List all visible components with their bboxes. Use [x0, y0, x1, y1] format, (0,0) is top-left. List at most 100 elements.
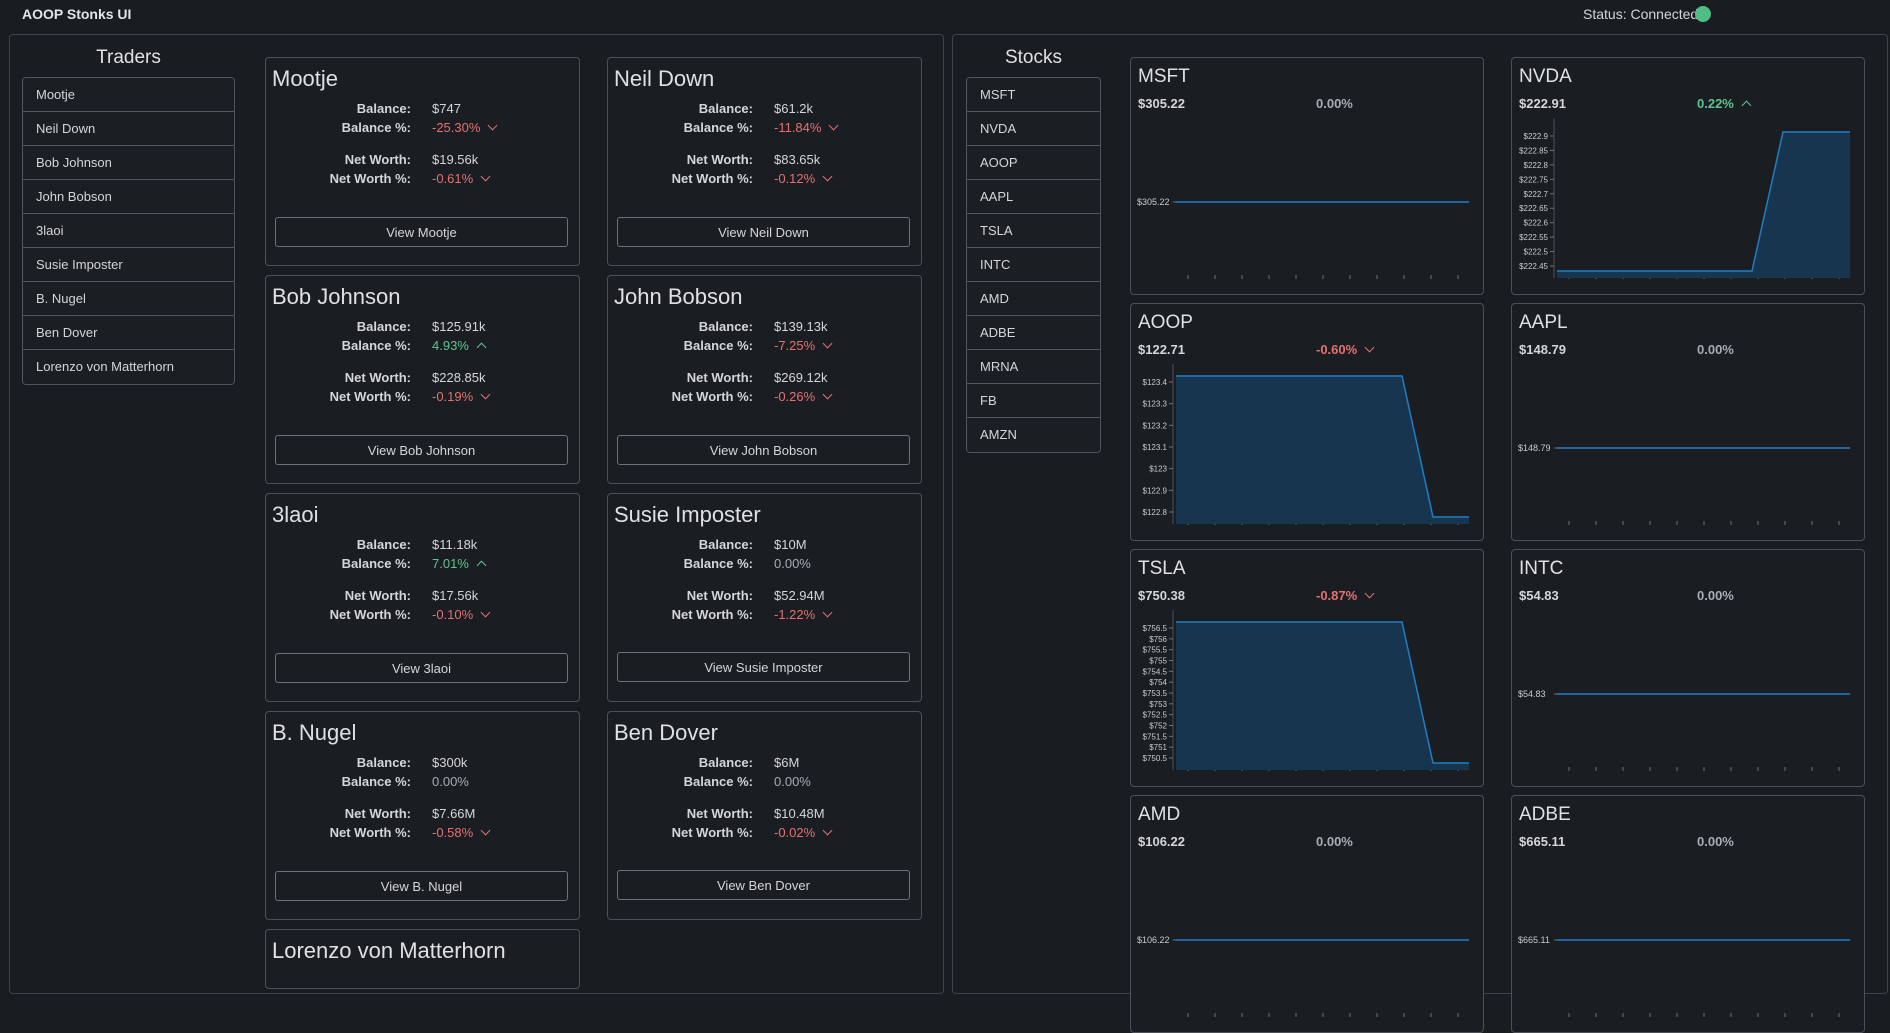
view-trader-button[interactable]: View Ben Dover [617, 870, 910, 900]
stat-label: Net Worth %: [671, 171, 753, 186]
stat-value-text: -0.26% [774, 389, 816, 404]
stock-list-item[interactable]: AMZN [967, 418, 1100, 452]
price-area [1557, 132, 1850, 278]
stat-row: Net Worth: $17.56k [266, 588, 579, 606]
y-tick-label: $756 [1149, 635, 1167, 644]
stock-card[interactable]: AOOP $122.71 -0.60% $123.4 $123.3 $123.2 $123.… [1130, 303, 1484, 541]
chevron-down-icon [822, 171, 833, 182]
stat-row: Balance %: 0.00% [266, 774, 579, 792]
trader-list-item[interactable]: Ben Dover [23, 316, 234, 350]
stat-label: Balance: [698, 537, 753, 552]
stock-list-item[interactable]: INTC [967, 248, 1100, 282]
stat-row: Net Worth: $228.85k [266, 370, 579, 388]
stat-label: Net Worth %: [329, 607, 411, 622]
stock-card[interactable]: AMD $106.22 0.00% $106.22 [1130, 795, 1484, 1033]
stat-label: Balance %: [341, 120, 411, 135]
trader-list-item[interactable]: Lorenzo von Matterhorn [23, 350, 234, 384]
stat-value: $61.2k [774, 101, 813, 116]
stat-value: $6M [774, 755, 799, 770]
stocks-panel: Stocks MSFT NVDA AOOP AAPL TSLA INTC AMD… [952, 34, 1888, 1033]
stocks-title: Stocks [1004, 47, 1063, 68]
stock-list-item[interactable]: AOOP [967, 146, 1100, 180]
stock-card[interactable]: NVDA $222.91 0.22% $222.9 $222.85 $222.8 $222.… [1511, 57, 1865, 295]
stat-row: Balance %: 7.01% [266, 556, 579, 574]
stock-list-item[interactable]: MRNA [967, 350, 1100, 384]
view-trader-button[interactable]: View 3laoi [275, 653, 568, 683]
stat-label: Balance %: [341, 338, 411, 353]
stat-value: 7.01% [432, 556, 487, 571]
stat-value: -0.19% [432, 389, 491, 404]
stat-value: $52.94M [774, 588, 825, 603]
trader-list-item[interactable]: Susie Imposter [23, 248, 234, 282]
y-tick-label: $123.3 [1143, 400, 1168, 409]
stock-list-item[interactable]: FB [967, 384, 1100, 418]
stat-value-text: $52.94M [774, 588, 825, 603]
view-trader-button[interactable]: View Bob Johnson [275, 435, 568, 465]
view-trader-button[interactable]: View Mootje [275, 217, 568, 247]
stat-value-text: $228.85k [432, 370, 486, 385]
stat-value-text: $10.48M [774, 806, 825, 821]
stat-row: Balance %: 0.00% [608, 556, 921, 574]
stock-list-item[interactable]: AMD [967, 282, 1100, 316]
y-tick-label: $106.22 [1137, 935, 1170, 945]
trader-list-item[interactable]: Neil Down [23, 112, 234, 146]
stock-list-item[interactable]: AAPL [967, 180, 1100, 214]
stock-list-item[interactable]: TSLA [967, 214, 1100, 248]
stat-row: Net Worth: $19.56k [266, 152, 579, 170]
stat-value: -0.02% [774, 825, 833, 840]
stock-card[interactable]: TSLA $750.38 -0.87% $756.5 $756 $755.5 $755 $75… [1130, 549, 1484, 787]
stat-value: 0.00% [774, 774, 811, 789]
stock-card[interactable]: AAPL $148.79 0.00% $148.79 [1511, 303, 1865, 541]
view-trader-button[interactable]: View B. Nugel [275, 871, 568, 901]
stat-label: Net Worth: [344, 370, 411, 385]
y-tick-label: $754.5 [1143, 667, 1168, 676]
trader-list-item[interactable]: B. Nugel [23, 282, 234, 316]
stat-row: Balance: $300k [266, 755, 579, 773]
chevron-up-icon [476, 560, 487, 571]
y-tick-label: $752.5 [1143, 711, 1168, 720]
chevron-down-icon [829, 120, 839, 131]
stock-list-item[interactable]: NVDA [967, 112, 1100, 146]
chevron-down-icon [480, 825, 491, 836]
y-tick-label: $122.8 [1143, 508, 1168, 517]
y-tick-label: $123.4 [1143, 378, 1168, 387]
trader-list-item[interactable]: Bob Johnson [23, 146, 234, 180]
trader-list-item[interactable]: 3laoi [23, 214, 234, 248]
stat-label: Net Worth: [344, 152, 411, 167]
stat-label: Balance: [356, 755, 411, 770]
trader-card: B. Nugel Balance: $300k Balance %: 0.00% Net … [265, 711, 580, 920]
trader-name: B. Nugel [272, 720, 357, 745]
trader-name: John Bobson [614, 284, 743, 309]
stat-label: Net Worth %: [671, 607, 753, 622]
y-tick-label: $222.45 [1519, 262, 1548, 271]
price-chart: $123.4 $123.3 $123.2 $123.1 $123 $122.9 $122.8 [1143, 364, 1469, 525]
stock-card[interactable]: ADBE $665.11 0.00% $665.11 [1511, 795, 1865, 1033]
stat-value: $747 [432, 101, 461, 116]
stat-row: Net Worth %: -0.12% [608, 171, 921, 189]
view-trader-button[interactable]: View Susie Imposter [617, 652, 910, 682]
y-tick-label: $753.5 [1143, 689, 1168, 698]
view-trader-button[interactable]: View Neil Down [617, 217, 910, 247]
stock-card[interactable]: MSFT $305.22 0.00% $305.22 [1130, 57, 1484, 295]
stat-label: Net Worth: [686, 588, 753, 603]
stat-row: Net Worth: $52.94M [608, 588, 921, 606]
price-area [1176, 376, 1469, 524]
stat-label: Balance %: [341, 774, 411, 789]
stat-value: $11.18k [432, 537, 477, 552]
price-chart: $665.11 [1518, 935, 1850, 1017]
stat-label: Balance %: [683, 338, 753, 353]
connection-status: Status: Connected [1583, 6, 1699, 22]
stat-label: Balance: [698, 755, 753, 770]
stock-card[interactable]: INTC $54.83 0.00% $54.83 [1511, 549, 1865, 787]
stat-value: $300k [432, 755, 467, 770]
trader-name: Neil Down [614, 66, 715, 91]
stock-list-item[interactable]: ADBE [967, 316, 1100, 350]
stat-value-text: 0.00% [774, 556, 811, 571]
view-trader-button[interactable]: View John Bobson [617, 435, 910, 465]
stat-value-text: $6M [774, 755, 800, 770]
stock-list-item[interactable]: MSFT [967, 78, 1100, 112]
stat-label: Balance %: [683, 120, 753, 135]
trader-list-item[interactable]: Mootje [23, 78, 234, 112]
trader-list-item[interactable]: John Bobson [23, 180, 234, 214]
stat-value: 0.00% [774, 556, 811, 571]
